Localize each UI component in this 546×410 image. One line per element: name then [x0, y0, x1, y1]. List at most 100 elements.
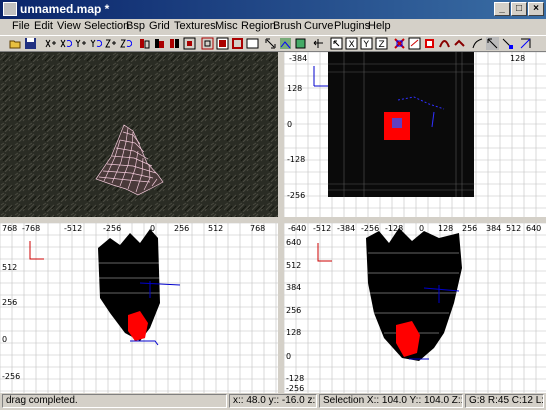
yz-label-top-1: -512 [313, 224, 331, 233]
xz-label-top-1: -512 [64, 224, 82, 233]
yz-mesh [366, 228, 462, 361]
xy-label-left-3: -256 [287, 191, 305, 200]
menu-file[interactable]: File [12, 20, 30, 32]
xz-label-left-3: 0 [2, 335, 7, 344]
xz-label-top-0: -768 [22, 224, 40, 233]
minimize-button[interactable]: _ [494, 2, 510, 16]
camera-view[interactable] [0, 52, 278, 217]
yz-label-left-4: 128 [286, 328, 301, 337]
camera-viewport [0, 52, 278, 217]
status-selection: Selection X:: 104.0 Y:: 104.0 Z:: 291.0 [319, 394, 463, 408]
select-inside-icon[interactable] [183, 37, 196, 50]
cube-clip-icon[interactable] [294, 37, 307, 50]
patch-tool-icon[interactable] [438, 37, 451, 50]
rotate-y-icon[interactable] [89, 37, 102, 50]
bend-mode-icon[interactable] [471, 37, 484, 50]
texture-lock-icon[interactable] [408, 37, 421, 50]
yz-label-top-4: -128 [385, 224, 403, 233]
yz-label-left-3: 256 [286, 306, 301, 315]
x-axis-icon[interactable]: X [345, 37, 358, 50]
yz-label-left-5: 0 [286, 352, 291, 361]
xy-label-left-2: -128 [287, 155, 305, 164]
maximize-button[interactable]: □ [511, 2, 527, 16]
y-axis-icon[interactable]: Y [360, 37, 373, 50]
arrow-selection-icon[interactable] [330, 37, 343, 50]
select-complete-tall-icon[interactable] [138, 37, 151, 50]
flip-y-icon[interactable] [74, 37, 87, 50]
xy-label-top-1: 128 [510, 54, 525, 63]
filter-icon[interactable] [423, 37, 436, 50]
svg-text:X: X [349, 40, 355, 50]
show-entities-icon[interactable] [393, 37, 406, 50]
yz-label-top-6: 128 [438, 224, 453, 233]
yz-label-top-2: -384 [337, 224, 355, 233]
z-axis-icon[interactable]: Z [375, 37, 388, 50]
select-partial-tall-icon[interactable] [168, 37, 181, 50]
status-message: drag completed. [2, 394, 227, 408]
yz-side-view[interactable]: -640 -512 -384 -256 -128 0 128 256 384 5… [284, 223, 546, 393]
status-grid: G:8 R:45 C:12 L:MR [465, 394, 544, 408]
xz-grid: -768 -512 -256 0 256 512 768 768 512 256… [0, 223, 278, 393]
close-button[interactable]: × [528, 2, 544, 16]
yz-label-top-7: 256 [462, 224, 477, 233]
menu-edit[interactable]: Edit [34, 20, 53, 32]
change-view-icon[interactable] [264, 37, 277, 50]
menu-curve[interactable]: Curve [304, 20, 333, 32]
xz-label-top-2: -256 [103, 224, 121, 233]
yz-label-top-9: 512 [506, 224, 521, 233]
yz-label-left-7: -256 [286, 384, 304, 393]
xz-label-top-6: 768 [250, 224, 265, 233]
yz-grid: -640 -512 -384 -256 -128 0 128 256 384 5… [284, 223, 546, 393]
rotate-x-icon[interactable] [59, 37, 72, 50]
xz-label-left-4: -256 [2, 372, 20, 381]
app-icon [3, 2, 17, 16]
xz-label-left-1: 512 [2, 263, 17, 272]
menu-plugins[interactable]: Plugins [334, 20, 370, 32]
select-touching-icon[interactable] [153, 37, 166, 50]
menu-bsp[interactable]: Bsp [126, 20, 145, 32]
rotate-z-icon[interactable] [119, 37, 132, 50]
menu-misc[interactable]: Misc [215, 20, 238, 32]
hollow-icon[interactable] [231, 37, 244, 50]
menu-help[interactable]: Help [368, 20, 391, 32]
xy-label-left-0: 128 [287, 84, 302, 93]
yz-label-left-1: 512 [286, 261, 301, 270]
csg-merge-icon[interactable] [216, 37, 229, 50]
xz-label-top-3: 0 [150, 224, 155, 233]
svg-text:Y: Y [363, 40, 370, 50]
clipper-icon[interactable] [246, 37, 259, 50]
xy-top-view[interactable]: -384 128 128 0 -128 -256 [284, 52, 546, 217]
yz-label-left-0: 640 [286, 238, 301, 247]
yz-label-top-0: -640 [288, 224, 306, 233]
flip-z-icon[interactable] [104, 37, 117, 50]
menu-selection[interactable]: Selection [84, 20, 129, 32]
xz-label-top-5: 512 [208, 224, 223, 233]
menu-textures[interactable]: Textures [174, 20, 216, 32]
menu-grid[interactable]: Grid [149, 20, 170, 32]
status-bar: drag completed. x:: 48.0 y:: -16.0 z:: 0… [0, 393, 546, 410]
csg-subtract-icon[interactable] [201, 37, 214, 50]
yz-label-top-8: 384 [486, 224, 501, 233]
scale-tool-icon[interactable] [519, 37, 532, 50]
drag-edges-icon[interactable] [501, 37, 514, 50]
texture-view-icon[interactable] [279, 37, 292, 50]
camera-movement-icon[interactable] [312, 37, 325, 50]
yz-label-top-3: -256 [361, 224, 379, 233]
xz-front-view[interactable]: -768 -512 -256 0 256 512 768 768 512 256… [0, 223, 278, 393]
xy-label-left-1: 0 [287, 120, 292, 129]
yz-label-top-10: 640 [526, 224, 541, 233]
menu-region[interactable]: Region [241, 20, 276, 32]
title-bar: unnamed.map * _ □ × [0, 0, 546, 19]
xy-grid: -384 128 128 0 -128 -256 [284, 52, 546, 217]
yz-label-left-6: -128 [286, 374, 304, 383]
menu-brush[interactable]: Brush [273, 20, 302, 32]
open-file-icon[interactable] [9, 37, 22, 50]
toolbar: X Y Z [0, 35, 546, 52]
menu-view[interactable]: View [57, 20, 81, 32]
flip-x-icon[interactable] [44, 37, 57, 50]
yz-label-top-5: 0 [419, 224, 424, 233]
drag-vertices-icon[interactable] [486, 37, 499, 50]
light-icon[interactable] [453, 37, 466, 50]
xz-label-left-0: 768 [2, 224, 17, 233]
save-file-icon[interactable] [24, 37, 37, 50]
